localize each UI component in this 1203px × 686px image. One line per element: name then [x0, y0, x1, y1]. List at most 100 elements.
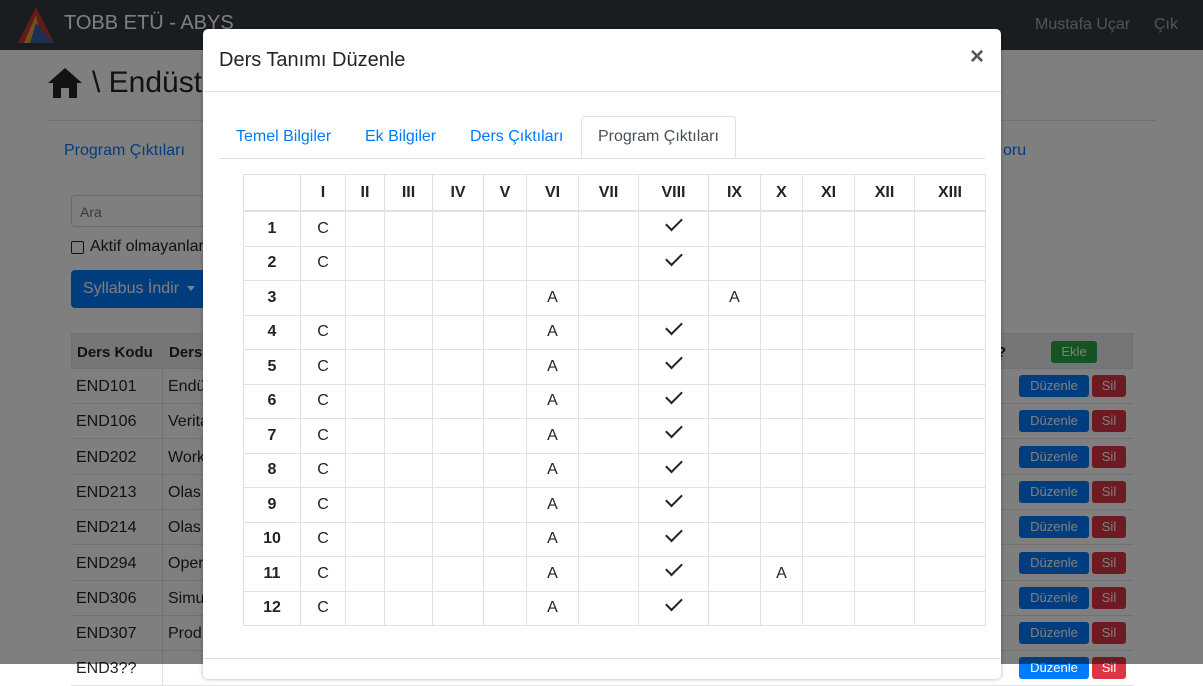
- outcome-cell[interactable]: [384, 418, 433, 454]
- outcome-cell[interactable]: [638, 383, 709, 419]
- outcome-cell[interactable]: [914, 210, 986, 247]
- outcome-cell[interactable]: [760, 314, 803, 350]
- tab-course-outcomes[interactable]: Ders Çıktıları: [470, 116, 563, 158]
- outcome-cell[interactable]: [760, 349, 803, 385]
- outcome-cell[interactable]: [914, 521, 986, 557]
- outcome-cell[interactable]: C: [300, 418, 346, 454]
- outcome-cell[interactable]: [483, 314, 527, 350]
- outcome-cell[interactable]: A: [526, 521, 579, 557]
- outcome-cell[interactable]: [802, 210, 855, 247]
- outcome-cell[interactable]: [384, 280, 433, 316]
- outcome-cell[interactable]: [432, 521, 484, 557]
- outcome-cell[interactable]: [345, 556, 385, 592]
- outcome-cell[interactable]: [384, 210, 433, 247]
- outcome-cell[interactable]: A: [526, 314, 579, 350]
- outcome-cell[interactable]: [854, 452, 915, 488]
- outcome-cell[interactable]: C: [300, 383, 346, 419]
- outcome-cell[interactable]: [638, 210, 709, 247]
- outcome-cell[interactable]: [432, 452, 484, 488]
- outcome-cell[interactable]: [854, 590, 915, 626]
- outcome-cell[interactable]: [914, 245, 986, 281]
- outcome-cell[interactable]: [914, 556, 986, 592]
- outcome-cell[interactable]: [854, 245, 915, 281]
- outcome-cell[interactable]: [432, 418, 484, 454]
- outcome-cell[interactable]: [483, 487, 527, 523]
- outcome-cell[interactable]: [345, 349, 385, 385]
- outcome-cell[interactable]: [708, 590, 761, 626]
- outcome-cell[interactable]: [345, 383, 385, 419]
- outcome-cell[interactable]: [432, 245, 484, 281]
- outcome-cell[interactable]: [384, 487, 433, 523]
- outcome-cell[interactable]: [384, 245, 433, 281]
- outcome-cell[interactable]: [578, 280, 639, 316]
- outcome-cell[interactable]: [708, 314, 761, 350]
- outcome-cell[interactable]: [854, 521, 915, 557]
- tab-program-outcomes[interactable]: Program Çıktıları: [581, 116, 736, 158]
- outcome-cell[interactable]: [432, 590, 484, 626]
- outcome-cell[interactable]: [384, 349, 433, 385]
- outcome-cell[interactable]: [760, 280, 803, 316]
- outcome-cell[interactable]: [345, 314, 385, 350]
- outcome-cell[interactable]: A: [526, 280, 579, 316]
- outcome-cell[interactable]: [432, 556, 484, 592]
- close-icon[interactable]: ×: [970, 43, 984, 71]
- outcome-cell[interactable]: [638, 590, 709, 626]
- outcome-cell[interactable]: [708, 418, 761, 454]
- outcome-cell[interactable]: [345, 280, 385, 316]
- outcome-cell[interactable]: [802, 245, 855, 281]
- outcome-cell[interactable]: [345, 521, 385, 557]
- outcome-cell[interactable]: [483, 245, 527, 281]
- outcome-cell[interactable]: [638, 314, 709, 350]
- outcome-cell[interactable]: [578, 590, 639, 626]
- outcome-cell[interactable]: [802, 349, 855, 385]
- outcome-cell[interactable]: [432, 349, 484, 385]
- outcome-cell[interactable]: [578, 487, 639, 523]
- outcome-cell[interactable]: [760, 245, 803, 281]
- outcome-cell[interactable]: [638, 418, 709, 454]
- outcome-cell[interactable]: [760, 383, 803, 419]
- outcome-cell[interactable]: [345, 418, 385, 454]
- outcome-cell[interactable]: [483, 349, 527, 385]
- outcome-cell[interactable]: [854, 314, 915, 350]
- outcome-cell[interactable]: [638, 452, 709, 488]
- outcome-cell[interactable]: [578, 349, 639, 385]
- outcome-cell[interactable]: [802, 487, 855, 523]
- outcome-cell[interactable]: [914, 452, 986, 488]
- outcome-cell[interactable]: C: [300, 452, 346, 488]
- outcome-cell[interactable]: C: [300, 487, 346, 523]
- outcome-cell[interactable]: [802, 383, 855, 419]
- outcome-cell[interactable]: [483, 383, 527, 419]
- outcome-cell[interactable]: [914, 280, 986, 316]
- outcome-cell[interactable]: [578, 245, 639, 281]
- outcome-cell[interactable]: [345, 210, 385, 247]
- outcome-cell[interactable]: [760, 521, 803, 557]
- outcome-cell[interactable]: [708, 383, 761, 419]
- outcome-cell[interactable]: [638, 556, 709, 592]
- outcome-cell[interactable]: [854, 210, 915, 247]
- outcome-cell[interactable]: C: [300, 556, 346, 592]
- outcome-cell[interactable]: [578, 452, 639, 488]
- outcome-cell[interactable]: C: [300, 245, 346, 281]
- outcome-cell[interactable]: [708, 452, 761, 488]
- outcome-cell[interactable]: [578, 314, 639, 350]
- outcome-cell[interactable]: [483, 521, 527, 557]
- outcome-cell[interactable]: [384, 383, 433, 419]
- outcome-cell[interactable]: [483, 418, 527, 454]
- outcome-cell[interactable]: [802, 590, 855, 626]
- tab-extra-info[interactable]: Ek Bilgiler: [365, 116, 436, 158]
- outcome-cell[interactable]: [760, 418, 803, 454]
- outcome-cell[interactable]: [384, 556, 433, 592]
- outcome-cell[interactable]: [345, 245, 385, 281]
- outcome-cell[interactable]: [854, 556, 915, 592]
- outcome-cell[interactable]: [854, 487, 915, 523]
- outcome-cell[interactable]: [578, 556, 639, 592]
- outcome-cell[interactable]: [345, 590, 385, 626]
- outcome-cell[interactable]: C: [300, 210, 346, 247]
- outcome-cell[interactable]: [578, 383, 639, 419]
- outcome-cell[interactable]: [914, 487, 986, 523]
- outcome-cell[interactable]: [384, 314, 433, 350]
- outcome-cell[interactable]: [432, 383, 484, 419]
- outcome-cell[interactable]: [483, 556, 527, 592]
- outcome-cell[interactable]: [578, 521, 639, 557]
- outcome-cell[interactable]: [432, 487, 484, 523]
